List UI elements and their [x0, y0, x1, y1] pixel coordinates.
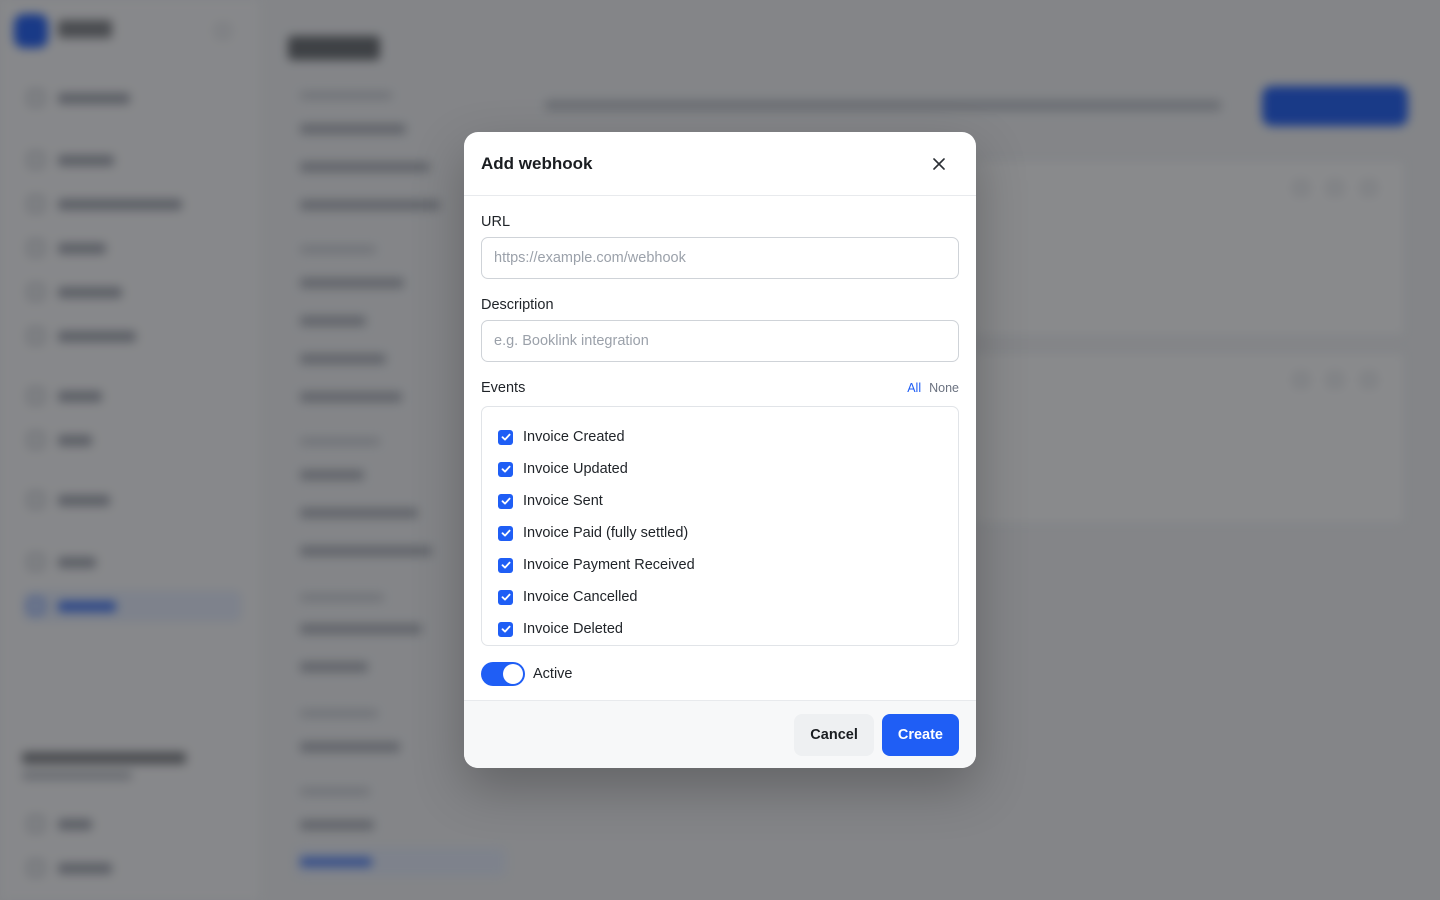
add-webhook-dialog: Add webhook URL Description Events All N… — [464, 132, 976, 768]
dialog-footer: Cancel Create — [464, 700, 976, 768]
toggle-knob — [503, 664, 523, 684]
url-field-group: URL — [481, 214, 959, 279]
select-no-events-link[interactable]: None — [929, 381, 959, 395]
events-label: Events — [481, 380, 526, 396]
check-icon — [501, 433, 510, 441]
check-icon — [501, 625, 510, 633]
check-icon — [501, 561, 510, 569]
event-checkbox[interactable] — [498, 429, 513, 445]
dialog-title: Add webhook — [481, 153, 593, 173]
description-label: Description — [481, 297, 554, 313]
select-all-events-link[interactable]: All — [907, 381, 921, 395]
active-toggle-row: Active — [481, 662, 959, 686]
check-icon — [501, 593, 510, 601]
event-option-invoice-paid[interactable]: Invoice Paid (fully settled) — [498, 517, 942, 549]
event-option-invoice-deleted[interactable]: Invoice Deleted — [498, 613, 942, 645]
create-button[interactable]: Create — [881, 713, 959, 756]
event-label: Invoice Sent — [523, 493, 603, 509]
event-checkbox[interactable] — [498, 589, 513, 605]
close-button[interactable] — [925, 150, 953, 178]
event-label: Invoice Payment Received — [523, 557, 695, 573]
event-checkbox[interactable] — [498, 557, 513, 573]
check-icon — [501, 465, 510, 473]
close-icon — [933, 157, 945, 170]
description-input[interactable] — [481, 320, 959, 362]
event-option-invoice-updated[interactable]: Invoice Updated — [498, 453, 942, 485]
event-checkbox[interactable] — [498, 493, 513, 509]
event-label: Invoice Paid (fully settled) — [523, 525, 689, 541]
check-icon — [501, 497, 510, 505]
event-checkbox[interactable] — [498, 461, 513, 477]
event-label: Invoice Deleted — [523, 621, 623, 637]
event-option-invoice-sent[interactable]: Invoice Sent — [498, 485, 942, 517]
event-option-invoice-created[interactable]: Invoice Created — [498, 421, 942, 453]
event-label: Invoice Updated — [523, 461, 628, 477]
events-list: Invoice Created Invoice Updated Invoice … — [481, 406, 959, 646]
url-input[interactable] — [481, 237, 959, 279]
description-field-group: Description — [481, 297, 959, 362]
dialog-body: URL Description Events All None Invoice … — [464, 196, 976, 686]
event-option-invoice-cancelled[interactable]: Invoice Cancelled — [498, 581, 942, 613]
event-option-invoice-payment-received[interactable]: Invoice Payment Received — [498, 549, 942, 581]
active-toggle[interactable] — [481, 662, 525, 686]
cancel-button[interactable]: Cancel — [794, 713, 874, 756]
events-header: Events All None — [481, 380, 959, 396]
dialog-header: Add webhook — [464, 132, 976, 196]
event-checkbox[interactable] — [498, 525, 513, 541]
check-icon — [501, 529, 510, 537]
event-label: Invoice Cancelled — [523, 589, 638, 605]
active-label: Active — [533, 666, 573, 682]
url-label: URL — [481, 214, 511, 230]
event-checkbox[interactable] — [498, 621, 513, 637]
event-label: Invoice Created — [523, 429, 625, 445]
